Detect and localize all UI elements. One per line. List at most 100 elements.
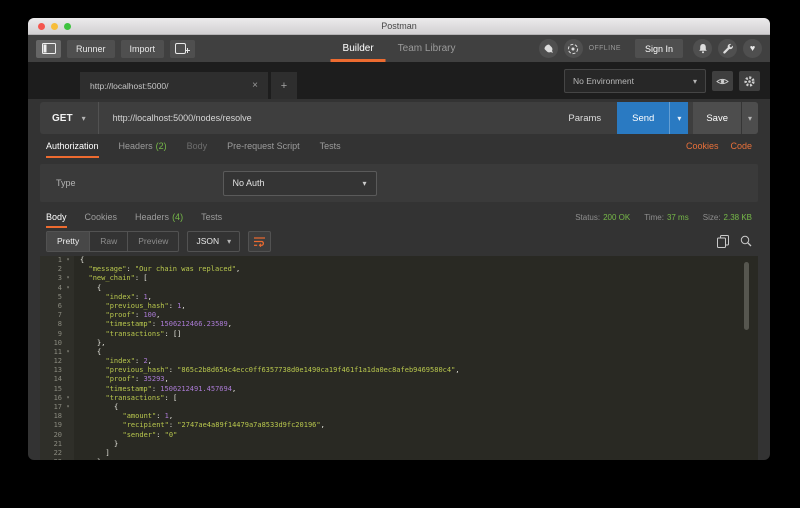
fold-toggle-icon[interactable]: ▾ — [62, 403, 74, 412]
send-options-button[interactable]: ▾ — [669, 102, 688, 134]
gutter: 3 ▾ — [40, 274, 74, 284]
wrap-text-button[interactable] — [248, 230, 272, 252]
response-tab-headers[interactable]: Headers (4) — [135, 206, 183, 228]
line-number: 3 — [57, 274, 62, 283]
fold-toggle-icon[interactable]: ▾ — [62, 348, 74, 357]
import-button[interactable]: Import — [120, 39, 165, 58]
response-view-bar: Pretty Raw Preview JSON ▾ — [40, 228, 758, 254]
gear-icon — [743, 75, 756, 88]
fullscreen-window-button[interactable] — [64, 22, 71, 30]
fold-toggle-icon[interactable]: ▾ — [62, 394, 74, 403]
save-options-button[interactable]: ▾ — [741, 102, 758, 134]
url-input[interactable]: http://localhost:5000/nodes/resolve — [99, 113, 553, 123]
settings-button[interactable] — [739, 71, 760, 91]
request-url-bar: GET ▾ http://localhost:5000/nodes/resolv… — [40, 102, 758, 134]
line-number: 23 — [40, 458, 62, 460]
code-text: "index": 1, — [74, 293, 758, 302]
settings-tools-button[interactable] — [718, 39, 737, 58]
line-number: 10 — [53, 338, 62, 347]
satellite-sync-button[interactable] — [538, 39, 558, 58]
code-text: "timestamp": 1506212491.457694, — [74, 385, 758, 394]
response-tab-tests[interactable]: Tests — [201, 206, 222, 228]
code-token: ] — [105, 448, 110, 457]
close-tab-icon[interactable]: × — [252, 80, 258, 91]
chevron-down-icon: ▾ — [362, 178, 367, 188]
response-actions — [717, 234, 752, 248]
notifications-button[interactable] — [693, 39, 712, 58]
fold-toggle-icon[interactable]: ▾ — [62, 256, 74, 265]
response-tab-body[interactable]: Body — [46, 206, 67, 228]
interceptor-button[interactable] — [563, 39, 583, 58]
code-line: 13 "previous_hash": "865c2b8d654c4ecc0ff6… — [40, 366, 758, 376]
code-token: { — [80, 256, 85, 264]
traffic-lights — [38, 18, 71, 34]
tab-headers[interactable]: Headers (2) — [119, 134, 167, 158]
response-body-viewer[interactable]: 1 ▾{2 "message": "Our chain was replaced",… — [40, 256, 758, 460]
authorization-panel: Type No Auth ▾ — [40, 164, 758, 202]
code-token: "proof" — [105, 311, 136, 320]
code-text: "previous_hash": 1, — [74, 302, 758, 311]
response-tab-cookies[interactable]: Cookies — [85, 206, 118, 228]
titlebar[interactable]: Postman — [28, 18, 770, 35]
view-pretty-button[interactable]: Pretty — [47, 231, 90, 251]
gutter: 7 — [40, 311, 74, 321]
send-button[interactable]: Send ▾ — [617, 102, 689, 134]
code-scrollbar-thumb[interactable] — [744, 262, 749, 330]
code-line: 1 ▾ { — [40, 256, 758, 266]
code-line: 10}, — [40, 338, 758, 348]
gutter: 18 — [40, 412, 74, 422]
favorites-button[interactable]: ♥ — [743, 39, 762, 58]
tab-authorization[interactable]: Authorization — [46, 134, 99, 158]
chevron-down-icon: ▾ — [747, 113, 752, 123]
fold-toggle-icon[interactable]: ▾ — [62, 284, 74, 293]
tab-pre-request-script[interactable]: Pre-request Script — [227, 134, 300, 158]
sign-in-button[interactable]: Sign In — [634, 39, 683, 58]
gutter: 15 — [40, 384, 74, 394]
code-token: 100 — [143, 311, 157, 320]
tab-body[interactable]: Body — [187, 134, 208, 158]
line-number: 13 — [53, 366, 62, 375]
runner-button[interactable]: Runner — [67, 39, 115, 58]
gutter: 22 — [40, 448, 74, 459]
sidebar-toggle-button[interactable] — [36, 39, 61, 58]
cookies-link[interactable]: Cookies — [686, 141, 719, 151]
code-token: : [ — [134, 274, 148, 283]
tab-tests[interactable]: Tests — [320, 134, 341, 158]
code-link[interactable]: Code — [730, 141, 752, 151]
fold-toggle-icon[interactable]: ▾ — [62, 274, 74, 283]
method-selector[interactable]: GET ▾ — [40, 102, 99, 134]
environment-selector[interactable]: No Environment ▾ — [564, 69, 706, 93]
tab-builder[interactable]: Builder — [331, 35, 386, 62]
format-selector[interactable]: JSON ▾ — [187, 230, 241, 252]
code-token: "index" — [105, 292, 136, 301]
save-button[interactable]: Save ▾ — [693, 102, 758, 134]
new-request-tab-button[interactable]: + — [271, 72, 297, 99]
code-text: }, — [74, 339, 758, 348]
view-raw-button[interactable]: Raw — [89, 231, 127, 251]
copy-response-button[interactable] — [717, 234, 729, 248]
code-token: "recipient" — [122, 421, 169, 430]
line-number: 15 — [53, 384, 62, 393]
auth-type-selector[interactable]: No Auth ▾ — [222, 170, 377, 196]
code-token: "865c2b8d654c4ecc0ff6357738d0e1490ca19f4… — [177, 366, 456, 375]
params-button[interactable]: Params — [552, 113, 617, 124]
environment-quick-look-button[interactable] — [712, 71, 733, 91]
search-response-button[interactable] — [740, 235, 752, 247]
code-text: "proof": 35293, — [74, 375, 758, 384]
close-window-button[interactable] — [38, 22, 45, 30]
view-preview-button[interactable]: Preview — [127, 231, 178, 251]
request-tab[interactable]: http://localhost:5000/ × — [80, 72, 268, 99]
code-text: "transactions": [] — [74, 330, 758, 339]
minimize-window-button[interactable] — [51, 22, 58, 30]
gutter: 5 — [40, 292, 74, 302]
main-content: GET ▾ http://localhost:5000/nodes/resolv… — [28, 99, 770, 460]
gutter: 10 — [40, 338, 74, 348]
tab-team-library[interactable]: Team Library — [386, 35, 468, 62]
new-window-button[interactable] — [170, 39, 196, 58]
